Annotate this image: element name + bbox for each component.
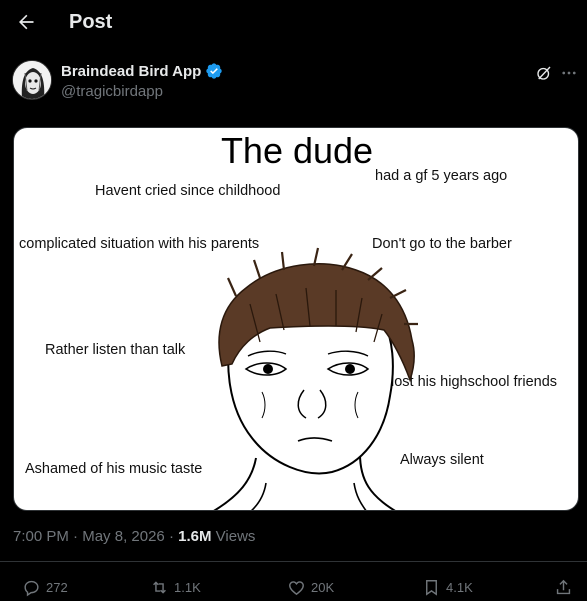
more-options-button[interactable] <box>559 62 579 84</box>
like-count: 20K <box>311 580 335 595</box>
heart-icon <box>289 581 304 596</box>
meta-separator: · <box>168 528 174 545</box>
views-label: Views <box>215 528 256 545</box>
wojak-collar <box>250 482 367 510</box>
post-date[interactable]: May 8, 2026 <box>82 528 165 545</box>
like-button[interactable]: 20K <box>287 578 334 597</box>
post-author: Braindead Bird App @tragicbirdapp <box>12 60 576 104</box>
post-time[interactable]: 7:00 PM <box>13 528 69 545</box>
avatar-image <box>13 61 51 99</box>
repost-count: 1.1K <box>174 580 201 595</box>
post-media-image[interactable]: The dude Havent cried since childhood ha… <box>13 127 579 511</box>
author-display-name[interactable]: Braindead Bird App <box>61 63 201 80</box>
back-button[interactable] <box>12 8 40 36</box>
repost-icon <box>153 581 166 594</box>
grok-button[interactable] <box>533 62 555 84</box>
meta-separator: · <box>73 528 79 545</box>
post-meta: 7:00 PM · May 8, 2026 · 1.6M Views <box>13 528 255 545</box>
more-dots-icon <box>562 71 576 75</box>
avatar[interactable] <box>12 60 52 100</box>
arrow-left-icon <box>19 14 34 30</box>
divider <box>0 561 587 562</box>
bookmark-count: 4.1K <box>446 580 473 595</box>
views-count: 1.6M <box>178 528 212 545</box>
page-title: Post <box>69 11 113 33</box>
wojak-drawing <box>213 247 418 510</box>
share-button[interactable] <box>554 578 573 597</box>
repost-button[interactable]: 1.1K <box>150 578 201 597</box>
reply-count: 272 <box>46 580 68 595</box>
bookmark-icon <box>426 580 437 596</box>
author-handle[interactable]: @tragicbirdapp <box>61 83 163 100</box>
top-bar: Post <box>0 0 587 46</box>
post-actions: 272 1.1K 20K 4.1K <box>0 572 587 601</box>
share-icon <box>556 579 571 595</box>
reply-button[interactable]: 272 <box>22 578 68 597</box>
bookmark-button[interactable]: 4.1K <box>422 578 473 597</box>
verified-badge-icon <box>206 63 222 79</box>
reply-icon <box>24 580 39 597</box>
wojak-face <box>227 321 394 475</box>
grok-icon <box>537 66 551 80</box>
